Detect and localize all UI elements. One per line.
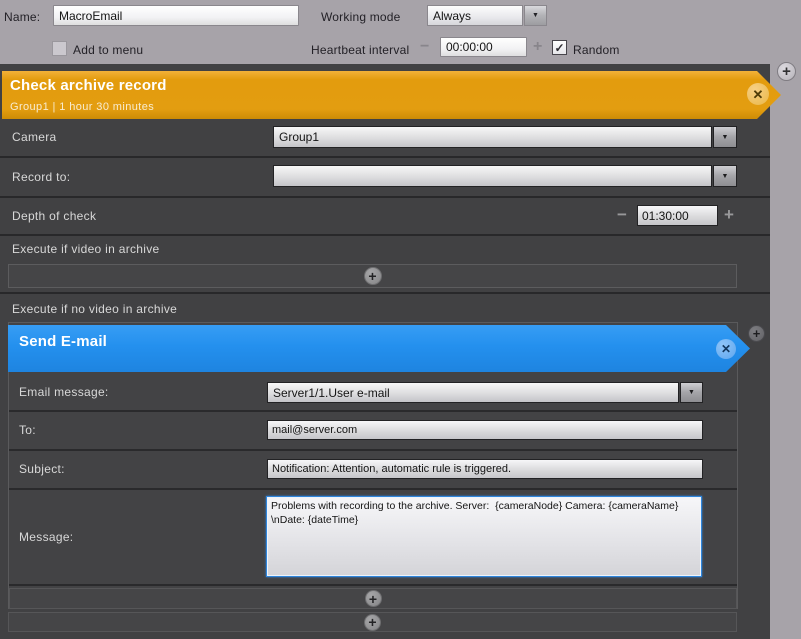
heartbeat-minus-button[interactable]: − xyxy=(420,39,429,55)
close-icon: ✕ xyxy=(753,88,764,101)
row-separator xyxy=(0,156,770,158)
add-video-action-button[interactable]: + xyxy=(364,267,382,285)
section-separator xyxy=(0,292,770,294)
heartbeat-input[interactable] xyxy=(440,37,527,57)
chevron-down-icon: ▼ xyxy=(722,173,729,180)
subject-label: Subject: xyxy=(19,462,65,476)
close-check-archive-button[interactable]: ✕ xyxy=(747,83,769,105)
close-icon: ✕ xyxy=(721,343,731,355)
name-input[interactable] xyxy=(53,5,299,26)
macro-add-dropzone: + xyxy=(8,612,737,632)
add-subaction-top-button[interactable]: + xyxy=(748,325,765,342)
add-to-menu-label: Add to menu xyxy=(73,43,143,57)
working-mode-select[interactable]: Always xyxy=(427,5,523,26)
plus-icon: + xyxy=(782,64,791,79)
chevron-down-icon: ▼ xyxy=(532,12,539,19)
camera-select[interactable]: Group1 xyxy=(273,126,712,148)
add-to-menu-checkbox[interactable] xyxy=(52,41,67,56)
depth-of-check-input[interactable] xyxy=(637,205,718,226)
email-message-dropdown-button[interactable]: ▼ xyxy=(680,382,703,403)
execute-if-video-label: Execute if video in archive xyxy=(12,242,160,256)
add-macro-action-button[interactable]: + xyxy=(364,614,381,631)
record-to-label: Record to: xyxy=(12,170,70,184)
camera-label: Camera xyxy=(12,130,56,144)
camera-value: Group1 xyxy=(279,130,319,144)
record-to-dropdown-button[interactable]: ▼ xyxy=(713,165,737,187)
send-email-title: Send E-mail xyxy=(19,333,107,350)
depth-of-check-label: Depth of check xyxy=(12,209,96,223)
depth-minus-button[interactable]: − xyxy=(617,206,627,223)
working-mode-value: Always xyxy=(433,9,471,23)
working-mode-dropdown-button[interactable]: ▼ xyxy=(524,5,547,26)
random-label: Random xyxy=(573,43,620,57)
email-message-value: Server1/1.User e-mail xyxy=(273,386,390,400)
check-archive-record-title: Check archive record xyxy=(10,77,167,94)
row-separator xyxy=(9,449,737,451)
working-mode-label: Working mode xyxy=(321,10,401,24)
row-separator xyxy=(9,488,737,490)
add-email-action-button[interactable]: + xyxy=(365,590,382,607)
macro-settings-dialog: Name: Working mode Always ▼ Add to menu … xyxy=(0,0,801,639)
subject-input[interactable] xyxy=(267,459,703,479)
check-archive-record-subtitle: Group1 | 1 hour 30 minutes xyxy=(10,101,154,113)
name-label: Name: xyxy=(4,10,40,24)
to-label: To: xyxy=(19,423,36,437)
close-send-email-button[interactable]: ✕ xyxy=(716,339,736,359)
execute-if-no-video-label: Execute if no video in archive xyxy=(12,302,177,316)
heartbeat-interval-label: Heartbeat interval xyxy=(311,43,409,57)
depth-plus-button[interactable]: + xyxy=(724,206,734,223)
message-label: Message: xyxy=(19,530,73,544)
to-input[interactable] xyxy=(267,420,703,440)
plus-icon: + xyxy=(368,615,376,629)
email-message-select[interactable]: Server1/1.User e-mail xyxy=(267,382,679,403)
check-archive-record-header: Check archive record Group1 | 1 hour 30 … xyxy=(2,71,781,119)
email-add-dropzone: + xyxy=(9,588,737,609)
message-textarea[interactable]: Problems with recording to the archive. … xyxy=(266,496,702,577)
row-separator xyxy=(0,234,770,236)
heartbeat-plus-button[interactable]: + xyxy=(533,39,542,55)
plus-icon: + xyxy=(368,269,376,283)
send-email-header: Send E-mail ✕ xyxy=(8,325,750,372)
row-separator xyxy=(9,410,737,412)
checkmark-icon: ✓ xyxy=(554,41,564,55)
row-separator xyxy=(0,196,770,198)
add-action-top-button[interactable]: + xyxy=(777,62,796,81)
camera-dropdown-button[interactable]: ▼ xyxy=(713,126,737,148)
chevron-down-icon: ▼ xyxy=(722,134,729,141)
record-to-select[interactable] xyxy=(273,165,712,187)
plus-icon: + xyxy=(369,592,377,606)
email-message-label: Email message: xyxy=(19,385,109,399)
plus-icon: + xyxy=(753,327,761,340)
chevron-down-icon: ▼ xyxy=(688,389,695,396)
execute-if-video-dropzone: + xyxy=(8,264,737,288)
random-checkbox[interactable]: ✓ xyxy=(552,40,567,55)
row-separator xyxy=(9,584,737,586)
